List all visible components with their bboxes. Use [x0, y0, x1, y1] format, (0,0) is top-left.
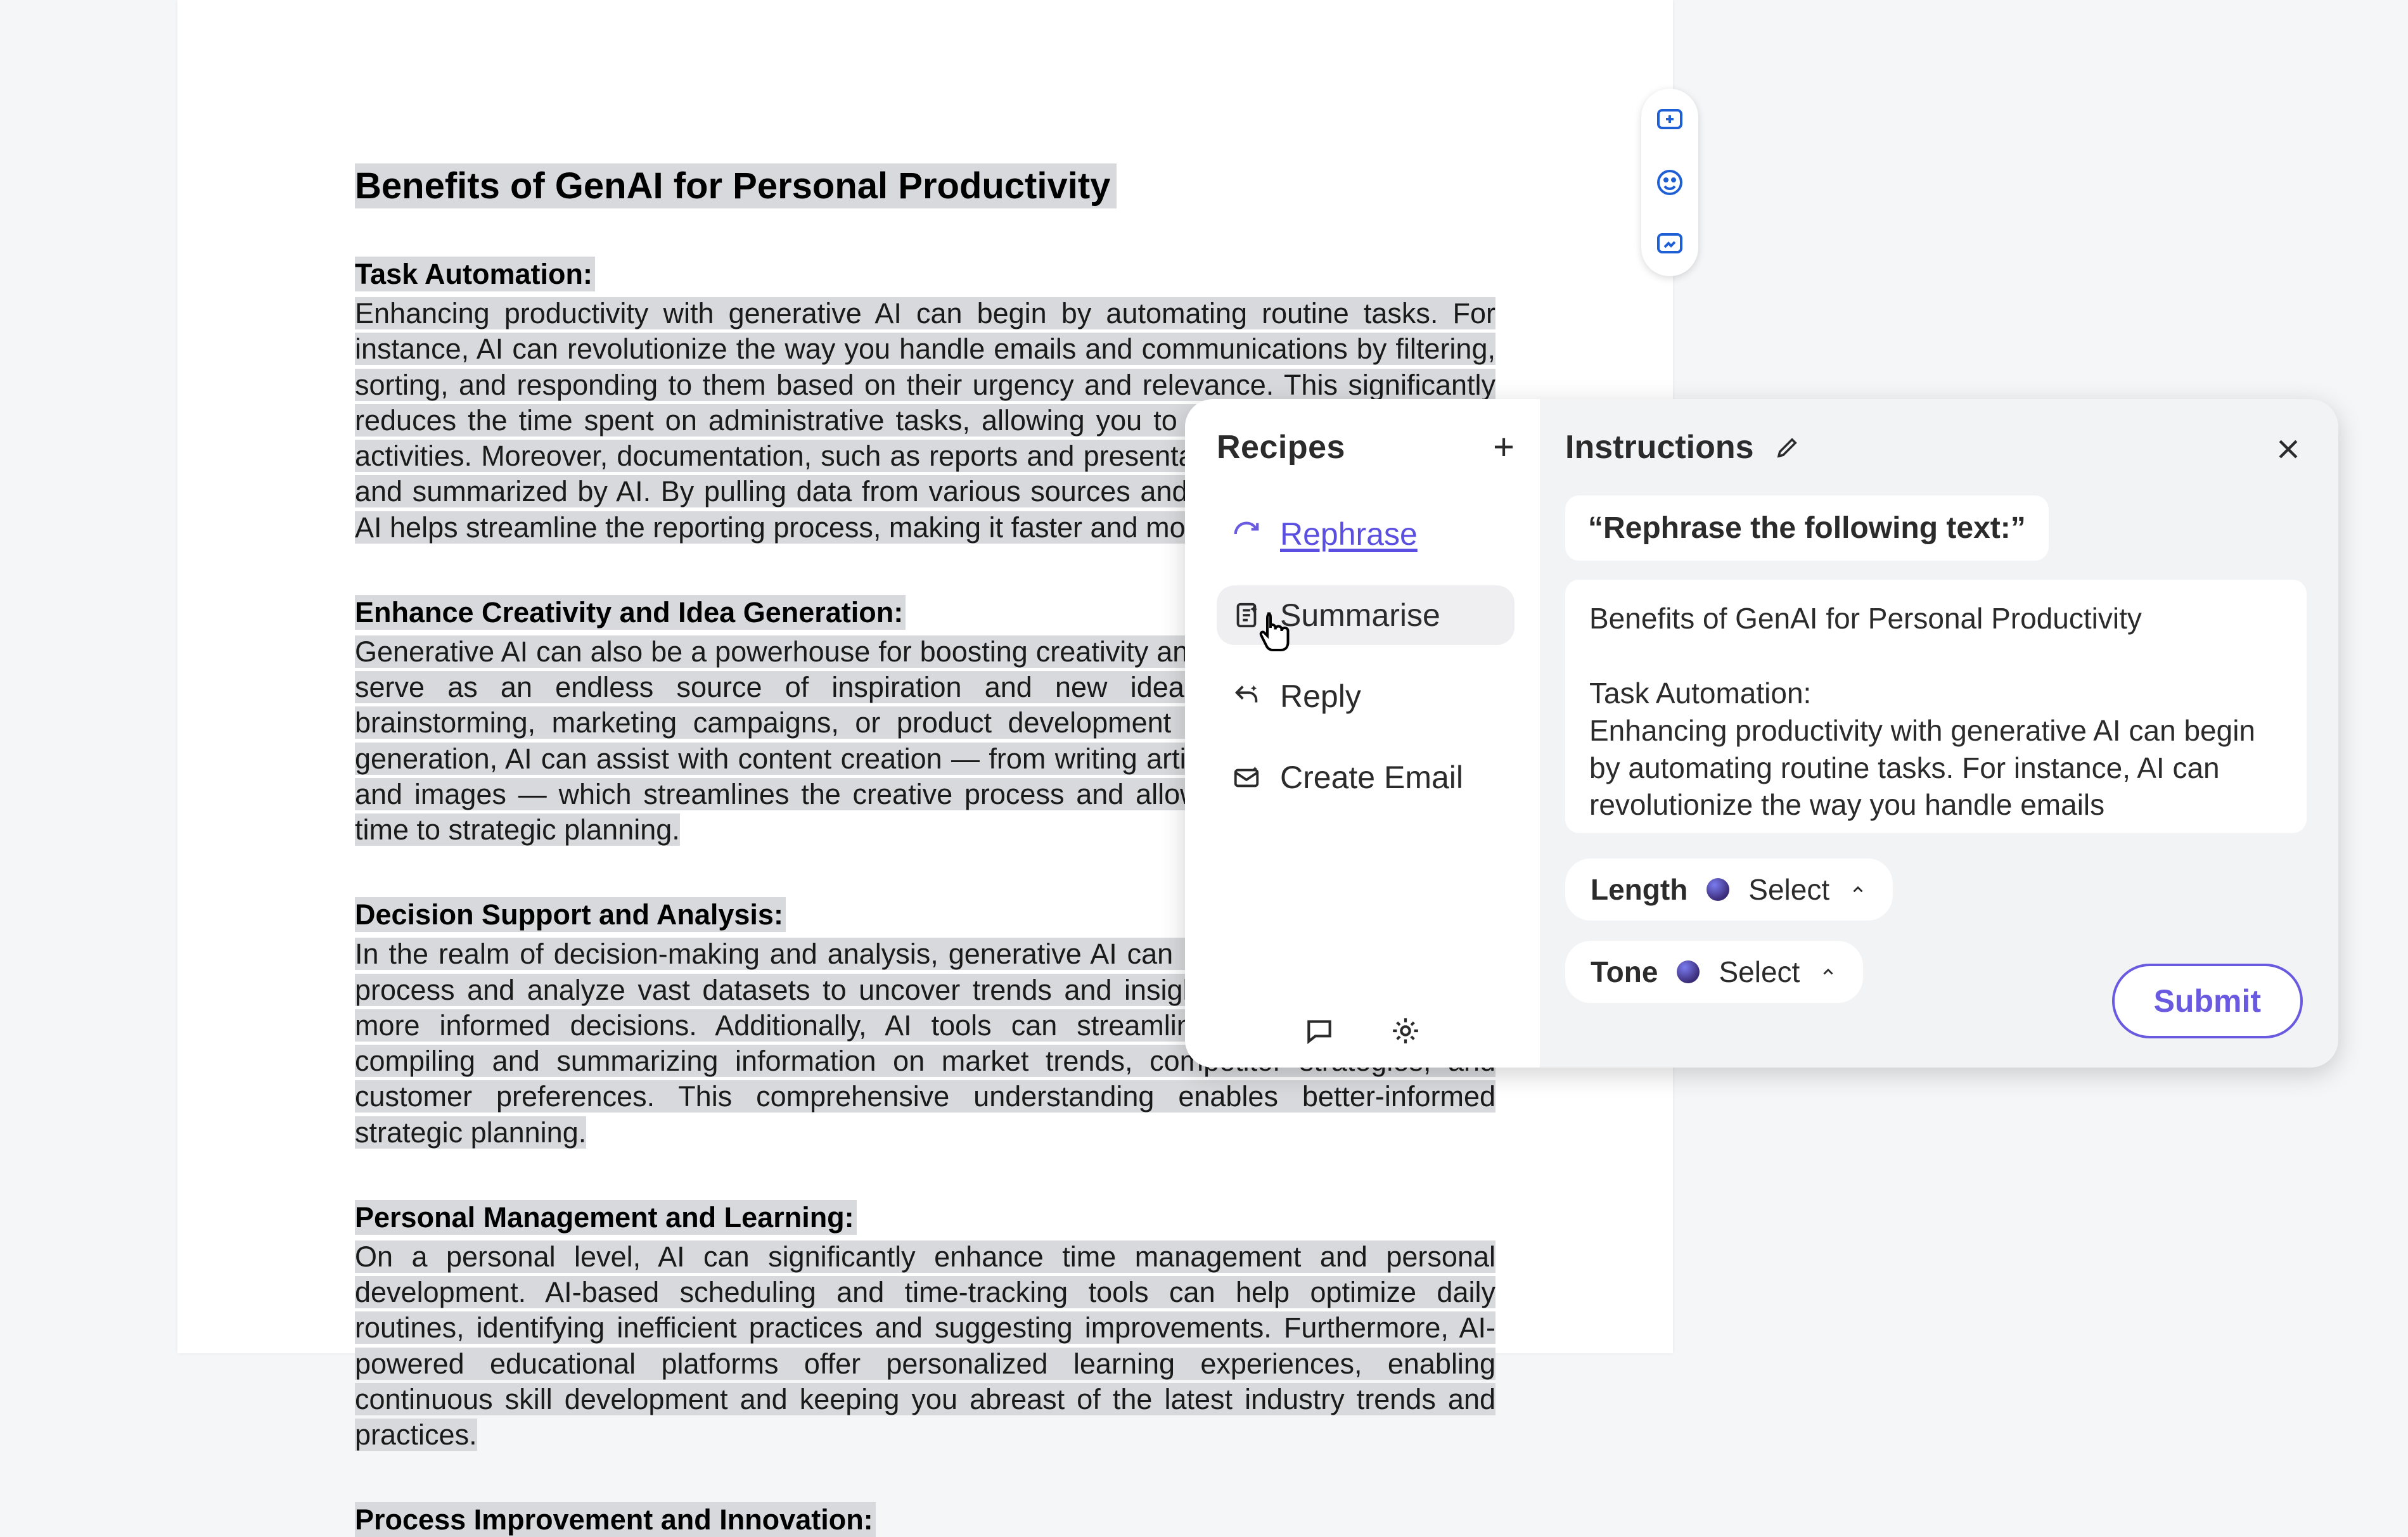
instructions-column: Instructions “Rephrase the following tex… — [1540, 399, 2338, 1068]
reply-sparkle-icon — [1231, 680, 1262, 712]
ai-panel: Recipes + Rephrase Summarise Reply — [1185, 399, 2338, 1068]
add-comment-button[interactable] — [1653, 104, 1686, 137]
recipe-label: Create Email — [1280, 759, 1463, 796]
chat-button[interactable] — [1302, 1013, 1337, 1049]
section-heading: Decision Support and Analysis: — [355, 897, 786, 932]
close-panel-button[interactable] — [2272, 433, 2304, 465]
tone-label: Tone — [1591, 955, 1658, 989]
email-sparkle-icon — [1231, 762, 1262, 793]
tone-select[interactable]: Tone Select — [1565, 941, 1863, 1003]
length-select[interactable]: Length Select — [1565, 858, 1893, 921]
edit-instructions-button[interactable] — [1773, 433, 1802, 462]
document-section: Personal Management and Learning: On a p… — [355, 1201, 1495, 1453]
document-sparkle-icon — [1231, 599, 1262, 631]
recipes-header: Recipes + — [1217, 428, 1515, 466]
chat-icon — [1303, 1015, 1335, 1047]
instructions-title: Instructions — [1565, 428, 1754, 466]
recipes-title: Recipes — [1217, 428, 1345, 466]
gem-icon — [1707, 878, 1729, 901]
recipes-column: Recipes + Rephrase Summarise Reply — [1185, 399, 1540, 1068]
recipe-item-rephrase[interactable]: Rephrase — [1217, 504, 1515, 564]
section-heading: Task Automation: — [355, 257, 595, 291]
tone-value: Select — [1719, 955, 1800, 989]
recipe-item-create-email[interactable]: Create Email — [1217, 748, 1515, 807]
suggest-edit-icon — [1655, 229, 1685, 260]
gem-icon — [1677, 960, 1700, 983]
recipe-item-summarise[interactable]: Summarise — [1217, 585, 1515, 645]
context-preview[interactable]: Benefits of GenAI for Personal Productiv… — [1565, 580, 2307, 833]
recipe-label: Rephrase — [1280, 516, 1418, 552]
recipe-label: Reply — [1280, 678, 1361, 715]
section-body: On a personal level, AI can significantl… — [355, 1239, 1495, 1453]
instructions-header: Instructions — [1565, 428, 2307, 466]
suggest-edits-button[interactable] — [1653, 228, 1686, 261]
chevron-up-icon — [1819, 962, 1838, 981]
document-section: Process Improvement and Innovation: — [355, 1503, 1495, 1536]
add-reaction-button[interactable] — [1653, 166, 1686, 199]
chevron-up-icon — [1848, 880, 1867, 899]
prompt-text: “Rephrase the following text:” — [1565, 495, 2049, 561]
section-heading: Enhance Creativity and Idea Generation: — [355, 595, 906, 630]
section-heading: Process Improvement and Innovation: — [355, 1502, 876, 1537]
recipe-item-reply[interactable]: Reply — [1217, 666, 1515, 726]
comment-plus-icon — [1655, 105, 1685, 136]
recipes-footer — [1185, 1013, 1540, 1049]
recipe-label: Summarise — [1280, 597, 1440, 634]
add-recipe-button[interactable]: + — [1493, 429, 1515, 466]
smiley-icon — [1655, 167, 1685, 198]
section-heading: Personal Management and Learning: — [355, 1200, 857, 1235]
pencil-icon — [1774, 434, 1801, 461]
refresh-icon — [1231, 518, 1262, 550]
floating-toolbar — [1641, 89, 1698, 276]
document-title: Benefits of GenAI for Personal Productiv… — [355, 163, 1117, 208]
settings-button[interactable] — [1388, 1013, 1423, 1049]
gear-icon — [1390, 1015, 1421, 1047]
close-icon — [2274, 435, 2302, 463]
length-value: Select — [1748, 872, 1829, 907]
length-label: Length — [1591, 872, 1688, 907]
recipe-list: Rephrase Summarise Reply Create Email — [1217, 504, 1515, 807]
submit-button[interactable]: Submit — [2112, 964, 2303, 1038]
